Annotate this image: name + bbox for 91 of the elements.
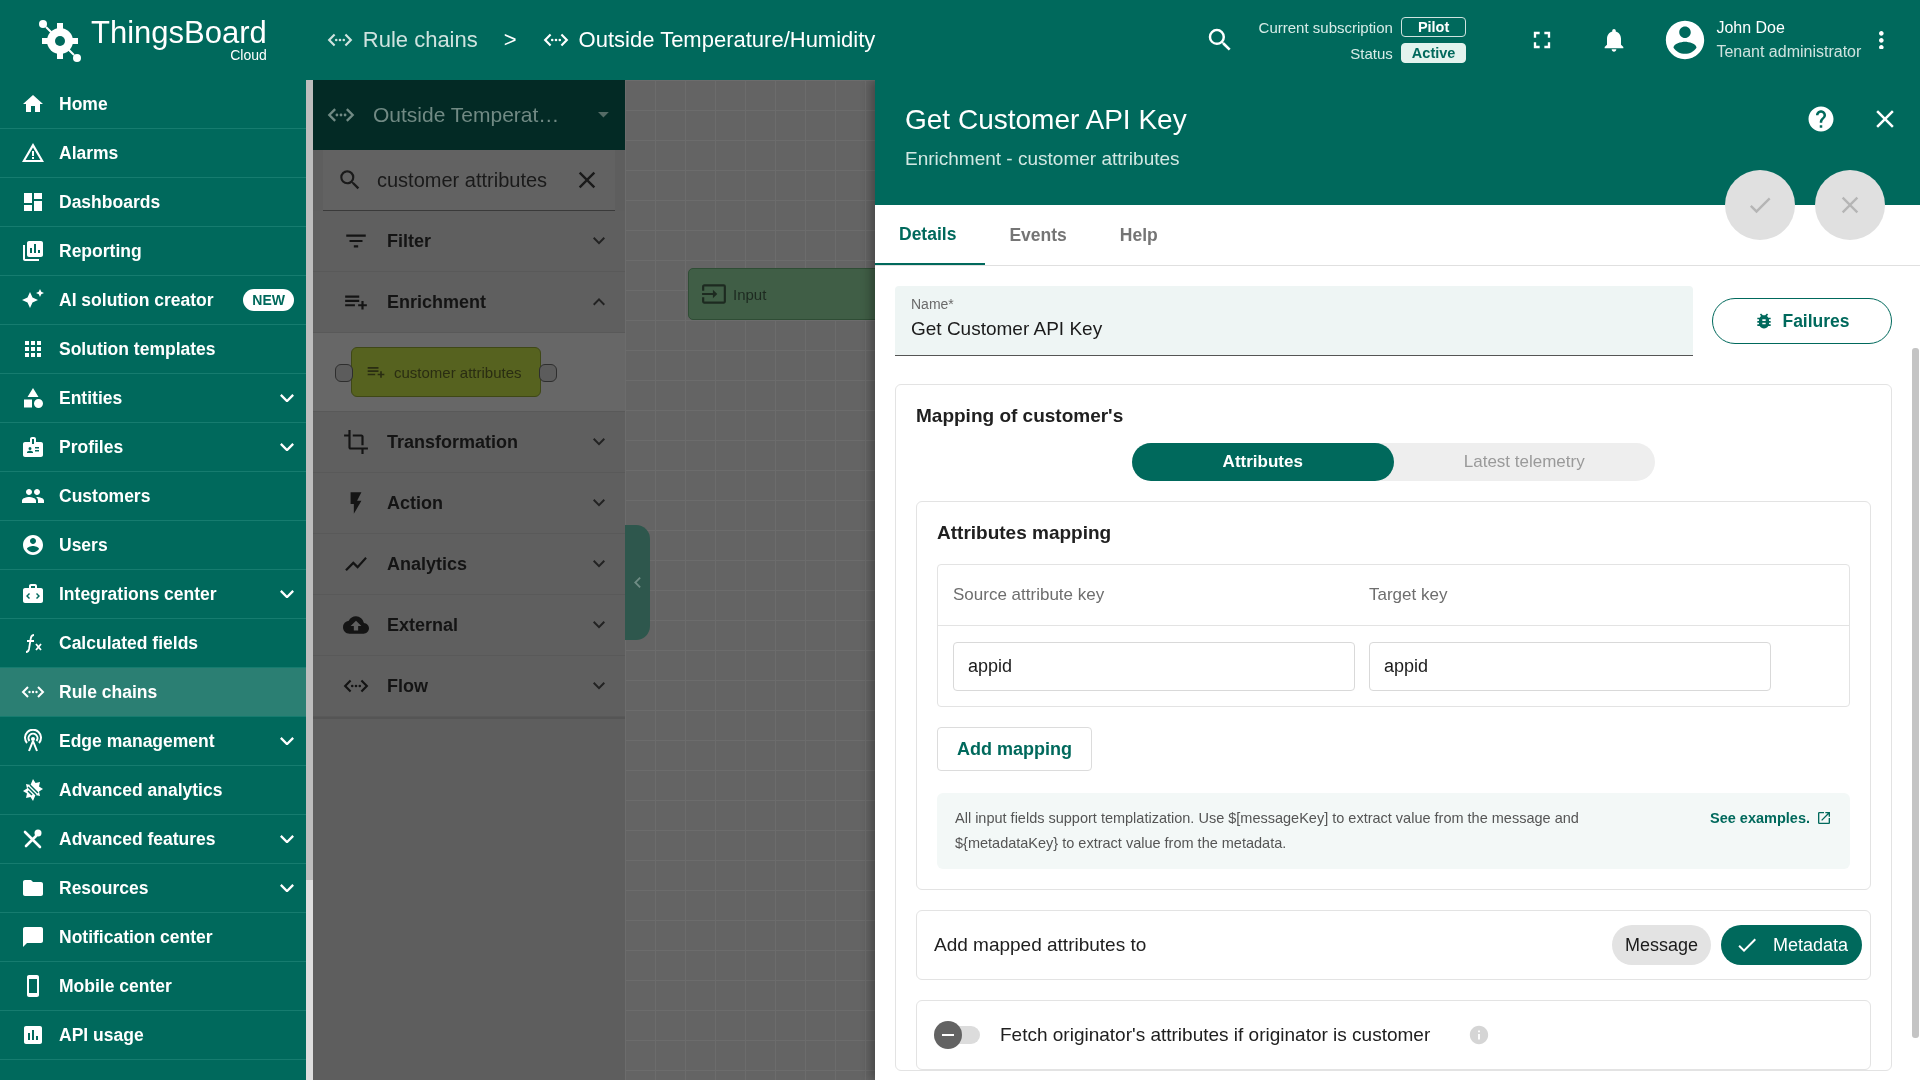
add-mapping-button[interactable]: Add mapping [937, 727, 1092, 771]
chevron-down-icon [593, 621, 605, 629]
chip-option[interactable]: Metadata [1720, 925, 1862, 965]
toggle-label: Fetch originator's attributes if originator is customer [1000, 1024, 1431, 1046]
chevron-down-icon [280, 589, 294, 599]
brand-name: ThingsBoard [91, 17, 267, 49]
warning-icon [21, 141, 45, 165]
breadcrumb-link[interactable]: Rule chains [326, 27, 478, 53]
sidebar-item[interactable]: Resources [0, 864, 306, 913]
chevron-down-icon [593, 560, 605, 568]
sidebar-item[interactable]: Mobile center [0, 962, 306, 1011]
drawer-subtitle: Enrichment - customer attributes [905, 148, 1180, 170]
external-link-icon [1816, 810, 1832, 826]
chevron-left-icon [634, 577, 641, 588]
sidebar-item[interactable]: Edge management [0, 717, 306, 766]
status-badge: Active [1400, 43, 1467, 63]
user-role: Tenant administrator [1716, 42, 1862, 62]
sidebar-item[interactable]: Integrations center [0, 570, 306, 619]
info-icon [1468, 1024, 1491, 1046]
chevron-down-icon [280, 736, 294, 746]
input-field[interactable]: appid [1369, 641, 1771, 691]
failures-button[interactable]: Failures [1712, 298, 1892, 344]
scrollbar[interactable] [1912, 348, 1919, 1038]
plan-badge: Pilot [1400, 17, 1467, 37]
crop-icon [343, 429, 369, 455]
sidebar-item[interactable]: Entities [0, 374, 306, 423]
user-name: John Doe [1716, 18, 1786, 38]
chevron-down-icon [280, 883, 294, 893]
input-field[interactable]: appid [953, 641, 1355, 691]
rule-chain-name: Outside Temperat… [373, 103, 561, 127]
sidebar-item[interactable]: Solution templates [0, 325, 306, 374]
burst-icon [21, 778, 45, 802]
sidebar-item[interactable]: API usage [0, 1011, 306, 1060]
subscription-label: Current subscription [1258, 18, 1393, 36]
collapse-handle[interactable] [625, 525, 650, 640]
chevron-down-icon [280, 393, 294, 403]
examples-link[interactable]: See examples. [1710, 810, 1832, 826]
help-icon [1806, 104, 1836, 134]
sidebar-item[interactable]: Users [0, 521, 306, 570]
toggle-switch[interactable] [934, 1021, 980, 1049]
chevron-down-icon [593, 237, 605, 245]
sidebar-item[interactable]: Profiles [0, 423, 306, 472]
chevron-down-icon [593, 438, 605, 446]
account-icon [21, 533, 45, 557]
input-icon [701, 281, 727, 307]
status-label: Status [1349, 44, 1393, 62]
dropdown-icon [598, 112, 609, 118]
bar-chart-icon [21, 1023, 45, 1047]
sidebar-item[interactable]: AI solution creator NEW [0, 276, 306, 325]
breadcrumb-link[interactable]: Outside Temperature/Humidity [542, 27, 876, 53]
column-header: Target key [1369, 585, 1449, 605]
dashboard-icon [21, 190, 45, 214]
port-handle[interactable] [335, 364, 353, 382]
briefcase-icon [21, 582, 45, 606]
sidebar-item[interactable]: Home [0, 80, 306, 129]
chevron-down-icon [593, 499, 605, 507]
sidebar-item[interactable]: Customers [0, 472, 306, 521]
sidebar-item[interactable]: Advanced features [0, 815, 306, 864]
tab[interactable]: Details [875, 205, 986, 265]
hint-text: All input fields support templatization. Use $[messageKey] to extract value from the message and ${metadataKey} to extract value from the metadata. [955, 809, 1580, 853]
shapes-icon [21, 386, 45, 410]
tab[interactable]: Events [985, 205, 1096, 265]
new-badge: NEW [243, 289, 294, 311]
section-title: Attributes mapping [937, 522, 1113, 544]
sidebar-item[interactable]: Alarms [0, 129, 306, 178]
section-title: Mapping of customer's [916, 405, 1125, 427]
sidebar-item[interactable]: Advanced analytics [0, 766, 306, 815]
breadcrumb-separator: > [503, 27, 517, 53]
id-card-icon [21, 435, 45, 459]
segment-option[interactable]: Attributes [1132, 443, 1394, 481]
antenna-icon [21, 729, 45, 753]
chevron-down-icon [280, 442, 294, 452]
target-label: Add mapped attributes to [934, 934, 1148, 956]
chevron-down-icon [593, 682, 605, 690]
more-menu-icon [1879, 30, 1884, 50]
sidebar-item[interactable]: Rule chains [0, 668, 306, 717]
chat-icon [21, 925, 45, 949]
chevron-down-icon [280, 834, 294, 844]
name-field[interactable]: Name* Get Customer API Key [895, 286, 1693, 356]
tab[interactable]: Help [1095, 205, 1187, 265]
sidebar-item[interactable]: Notification center [0, 913, 306, 962]
column-header: Source attribute key [953, 585, 1106, 605]
chevron-up-icon [593, 298, 605, 306]
port-handle[interactable] [539, 364, 557, 382]
drawer-title: Get Customer API Key [905, 104, 1187, 136]
chip-option[interactable]: Message [1611, 925, 1711, 965]
scrollbar[interactable] [306, 80, 313, 1080]
brand-edition: Cloud [230, 47, 267, 63]
report-icon [21, 239, 45, 263]
sidebar-item[interactable]: Reporting [0, 227, 306, 276]
sidebar-item[interactable]: Dashboards [0, 178, 306, 227]
